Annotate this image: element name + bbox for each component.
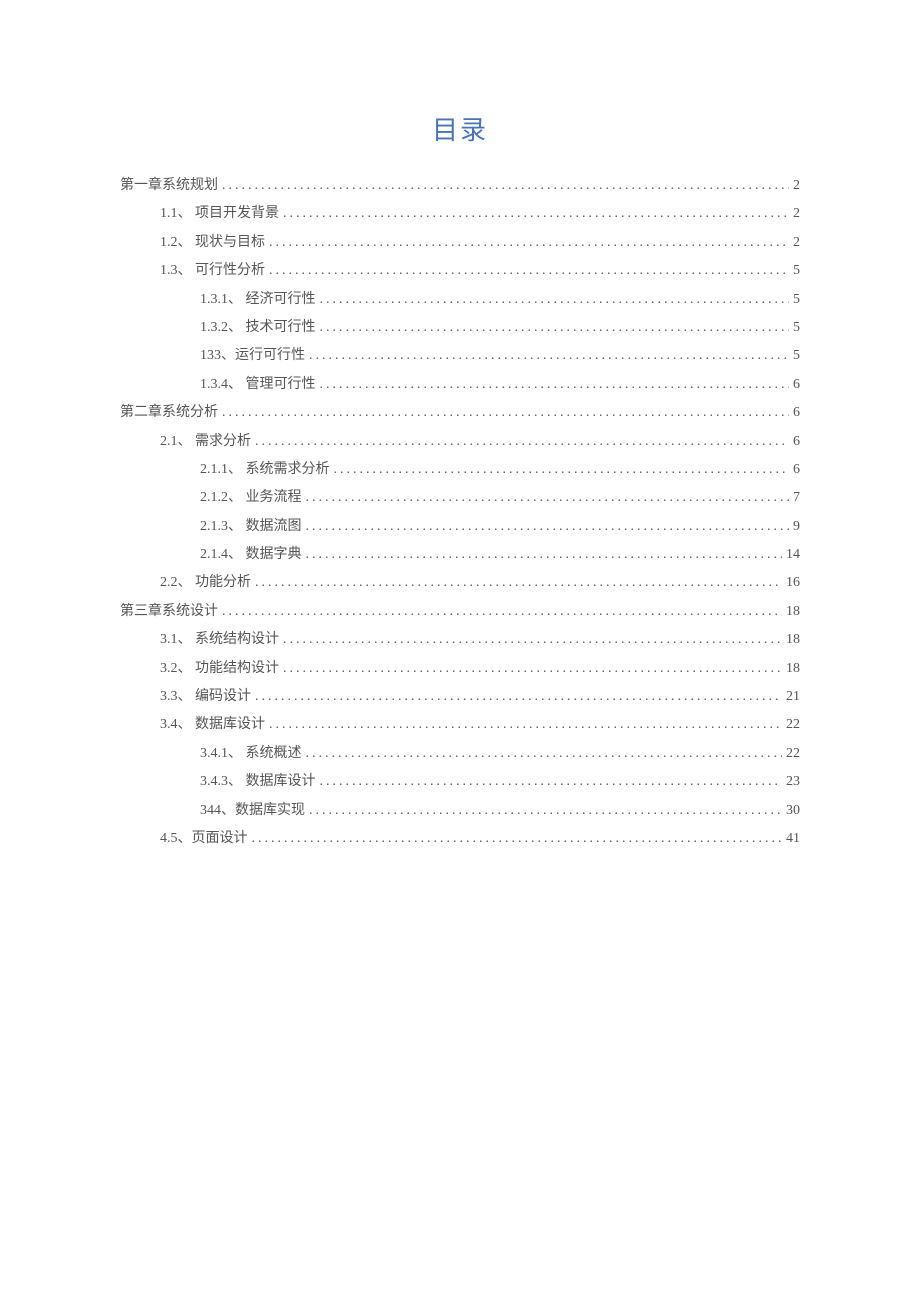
toc-entry-leader — [306, 516, 790, 538]
toc-entry[interactable]: 2.1、 需求分析 6 — [120, 431, 800, 453]
toc-entry-label: 2.1.2、 业务流程 — [200, 487, 302, 509]
toc-entry-leader — [269, 232, 789, 254]
toc-entry[interactable]: 第三章系统设计 18 — [120, 601, 800, 623]
toc-entry-label: 3.4、 数据库设计 — [160, 714, 265, 736]
toc-entry-page: 6 — [793, 431, 800, 453]
toc-entry-leader — [269, 260, 789, 282]
toc-entry-label: 2.1、 需求分析 — [160, 431, 251, 453]
toc-entry-leader — [222, 402, 789, 424]
toc-entry-page: 21 — [786, 686, 800, 708]
toc-entry-label: 1.3.2、 技术可行性 — [200, 317, 316, 339]
toc-entry-leader — [283, 629, 782, 651]
toc-entry-leader — [320, 771, 783, 793]
toc-entry-page: 22 — [786, 714, 800, 736]
toc-entry-leader — [306, 487, 790, 509]
toc-container: 第一章系统规划 2 1.1、 项目开发背景 2 1.2、 现状与目标 2 1.3、 可行性分… — [120, 175, 800, 850]
toc-entry-page: 2 — [793, 175, 800, 197]
toc-entry-leader — [320, 289, 790, 311]
toc-entry[interactable]: 3.4.3、 数据库设计 23 — [120, 771, 800, 793]
toc-entry[interactable]: 1.3.4、 管理可行性 6 — [120, 374, 800, 396]
toc-entry[interactable]: 3.4.1、 系统概述 22 — [120, 743, 800, 765]
toc-entry-page: 41 — [786, 828, 800, 850]
toc-entry[interactable]: 1.3.1、 经济可行性 5 — [120, 289, 800, 311]
toc-entry-label: 1.2、 现状与目标 — [160, 232, 265, 254]
toc-entry-page: 18 — [786, 658, 800, 680]
toc-entry-leader — [283, 203, 789, 225]
toc-entry-page: 9 — [793, 516, 800, 538]
toc-entry-page: 7 — [793, 487, 800, 509]
toc-entry-label: 3.2、 功能结构设计 — [160, 658, 279, 680]
toc-entry-label: 1.3.1、 经济可行性 — [200, 289, 316, 311]
toc-entry[interactable]: 2.2、 功能分析 16 — [120, 572, 800, 594]
toc-entry[interactable]: 1.1、 项目开发背景 2 — [120, 203, 800, 225]
toc-entry-leader — [269, 714, 782, 736]
toc-entry-page: 6 — [793, 374, 800, 396]
toc-entry-leader — [320, 374, 790, 396]
toc-entry-leader — [252, 828, 783, 850]
toc-entry[interactable]: 第二章系统分析 6 — [120, 402, 800, 424]
toc-entry-label: 第一章系统规划 — [120, 175, 218, 197]
toc-entry-page: 18 — [786, 629, 800, 651]
toc-entry-page: 22 — [786, 743, 800, 765]
toc-entry-label: 2.1.3、 数据流图 — [200, 516, 302, 538]
toc-entry-label: 2.2、 功能分析 — [160, 572, 251, 594]
toc-entry-page: 14 — [786, 544, 800, 566]
toc-entry-label: 2.1.1、 系统需求分析 — [200, 459, 330, 481]
toc-entry-leader — [255, 686, 782, 708]
toc-entry-label: 4.5、页面设计 — [160, 828, 248, 850]
toc-entry-leader — [222, 601, 782, 623]
toc-entry[interactable]: 1.2、 现状与目标 2 — [120, 232, 800, 254]
toc-entry-label: 1.3、 可行性分析 — [160, 260, 265, 282]
toc-entry-leader — [306, 743, 783, 765]
toc-entry-page: 6 — [793, 402, 800, 424]
toc-entry-leader — [334, 459, 790, 481]
toc-entry-page: 5 — [793, 317, 800, 339]
toc-entry-label: 3.4.3、 数据库设计 — [200, 771, 316, 793]
toc-entry-page: 5 — [793, 289, 800, 311]
toc-entry[interactable]: 2.1.4、 数据字典 14 — [120, 544, 800, 566]
toc-entry[interactable]: 第一章系统规划 2 — [120, 175, 800, 197]
toc-entry-label: 1.3.4、 管理可行性 — [200, 374, 316, 396]
toc-entry-page: 5 — [793, 345, 800, 367]
toc-entry-label: 3.1、 系统结构设计 — [160, 629, 279, 651]
toc-title: 目录 — [120, 110, 800, 147]
toc-entry-leader — [309, 345, 789, 367]
toc-entry-label: 第三章系统设计 — [120, 601, 218, 623]
toc-entry-label: 2.1.4、 数据字典 — [200, 544, 302, 566]
toc-entry[interactable]: 2.1.1、 系统需求分析 6 — [120, 459, 800, 481]
toc-entry[interactable]: 3.4、 数据库设计 22 — [120, 714, 800, 736]
toc-entry-leader — [306, 544, 783, 566]
toc-entry-label: 3.4.1、 系统概述 — [200, 743, 302, 765]
toc-entry[interactable]: 3.1、 系统结构设计 18 — [120, 629, 800, 651]
toc-entry-leader — [320, 317, 790, 339]
toc-entry-label: 第二章系统分析 — [120, 402, 218, 424]
toc-entry[interactable]: 2.1.3、 数据流图 9 — [120, 516, 800, 538]
toc-entry-page: 18 — [786, 601, 800, 623]
toc-entry[interactable]: 3.2、 功能结构设计 18 — [120, 658, 800, 680]
toc-entry-page: 2 — [793, 203, 800, 225]
toc-entry-label: 344、数据库实现 — [200, 800, 305, 822]
toc-entry-leader — [255, 431, 789, 453]
toc-entry-leader — [222, 175, 789, 197]
toc-entry[interactable]: 3.3、 编码设计 21 — [120, 686, 800, 708]
toc-entry-page: 23 — [786, 771, 800, 793]
toc-entry[interactable]: 1.3.2、 技术可行性 5 — [120, 317, 800, 339]
toc-entry-page: 16 — [786, 572, 800, 594]
toc-entry-label: 133、运行可行性 — [200, 345, 305, 367]
toc-entry-page: 2 — [793, 232, 800, 254]
toc-entry[interactable]: 1.3、 可行性分析 5 — [120, 260, 800, 282]
toc-entry-page: 6 — [793, 459, 800, 481]
toc-entry-leader — [283, 658, 782, 680]
toc-entry[interactable]: 2.1.2、 业务流程 7 — [120, 487, 800, 509]
toc-entry-page: 5 — [793, 260, 800, 282]
toc-entry-leader — [255, 572, 782, 594]
toc-entry-label: 1.1、 项目开发背景 — [160, 203, 279, 225]
toc-entry-page: 30 — [786, 800, 800, 822]
toc-entry-label: 3.3、 编码设计 — [160, 686, 251, 708]
toc-entry-leader — [309, 800, 782, 822]
toc-entry[interactable]: 344、数据库实现 30 — [120, 800, 800, 822]
toc-entry[interactable]: 4.5、页面设计 41 — [120, 828, 800, 850]
toc-entry[interactable]: 133、运行可行性 5 — [120, 345, 800, 367]
